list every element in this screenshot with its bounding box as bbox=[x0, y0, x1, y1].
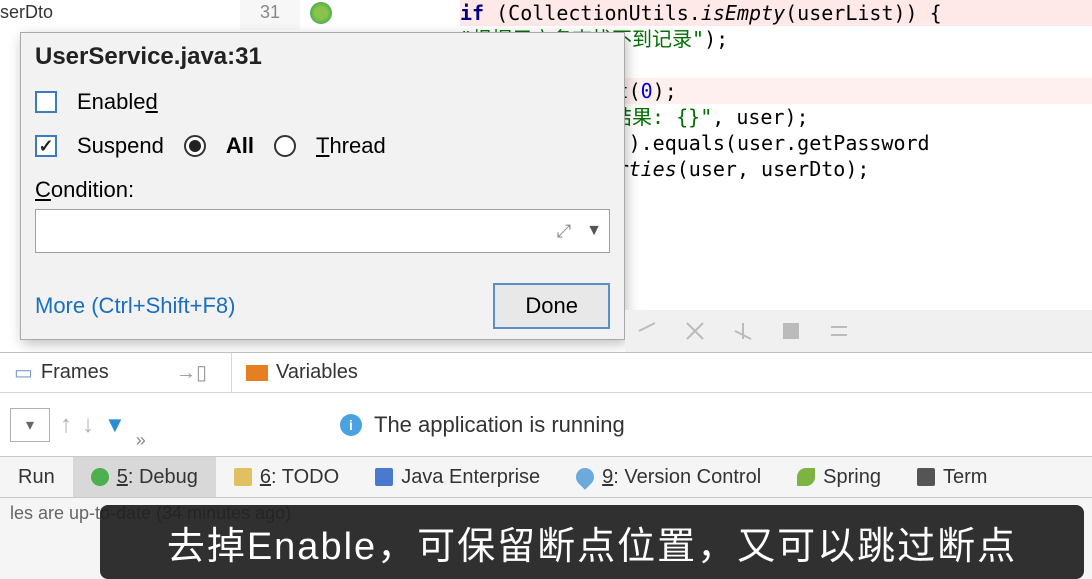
suspend-label[interactable]: Suspend bbox=[77, 133, 164, 159]
todo-icon bbox=[234, 468, 252, 486]
done-button[interactable]: Done bbox=[493, 283, 610, 329]
terminal-icon bbox=[917, 468, 935, 486]
version-control-icon bbox=[572, 464, 597, 489]
variables-body: i The application is running bbox=[290, 393, 1092, 457]
tab-version-control[interactable]: 9: Version Control bbox=[558, 457, 779, 497]
radio-thread[interactable] bbox=[274, 135, 296, 157]
condition-label: Condition: bbox=[35, 177, 610, 203]
subtitle-overlay: 去掉Enable，可保留断点位置，又可以跳过断点 bbox=[100, 505, 1084, 579]
condition-input[interactable] bbox=[36, 215, 549, 248]
breakpoint-settings-popup: UserService.java:31 Enabled Suspend All … bbox=[20, 32, 625, 340]
expand-icon[interactable]: ⤢ bbox=[549, 221, 579, 242]
tab-todo[interactable]: 6: TODO bbox=[216, 457, 357, 497]
bottom-tool-window-bar: Run 5: Debug 6: TODO Java Enterprise 9: … bbox=[0, 456, 1092, 498]
more-link[interactable]: More (Ctrl+Shift+F8) bbox=[35, 293, 236, 319]
running-message: The application is running bbox=[374, 412, 625, 438]
popup-title: UserService.java:31 bbox=[35, 43, 610, 71]
run-to-cursor-icon[interactable] bbox=[779, 319, 803, 343]
enabled-checkbox[interactable] bbox=[35, 91, 57, 113]
tab-terminal[interactable]: Term bbox=[899, 457, 1005, 497]
panels-header: ▭ Frames →▯ Variables bbox=[0, 353, 1092, 393]
variables-label: Variables bbox=[276, 361, 358, 384]
breakpoint-marker-icon[interactable] bbox=[310, 2, 332, 24]
tab-spring[interactable]: Spring bbox=[779, 457, 899, 497]
frames-thread-dropdown[interactable]: ▾ bbox=[10, 408, 50, 442]
spring-icon bbox=[797, 468, 815, 486]
frame-down-icon[interactable]: ↓ bbox=[82, 411, 94, 439]
evaluate-icon[interactable] bbox=[827, 319, 851, 343]
radio-thread-label[interactable]: Thread bbox=[316, 133, 386, 159]
suspend-checkbox[interactable] bbox=[35, 135, 57, 157]
frames-icon: ▭ bbox=[14, 360, 33, 385]
debug-icon bbox=[91, 468, 109, 486]
line-number-gutter: 31 bbox=[240, 0, 300, 30]
frame-up-icon[interactable]: ↑ bbox=[60, 411, 72, 439]
tab-debug[interactable]: 5: Debug bbox=[73, 457, 216, 497]
tab-java-enterprise[interactable]: Java Enterprise bbox=[357, 457, 558, 497]
frames-label: Frames bbox=[41, 361, 109, 384]
step-over-icon[interactable] bbox=[635, 319, 659, 343]
more-chevrons-icon[interactable]: » bbox=[136, 430, 146, 451]
enabled-label[interactable]: Enabled bbox=[77, 89, 158, 115]
filter-icon[interactable]: ▼ bbox=[104, 412, 126, 438]
dropdown-icon[interactable]: ▼ bbox=[579, 222, 609, 240]
tab-run[interactable]: Run bbox=[0, 457, 73, 497]
partial-text-left: serDto bbox=[0, 2, 53, 23]
variables-icon bbox=[246, 365, 268, 381]
debug-panels: ▭ Frames →▯ Variables ▾ ↑ ↓ ▼ » i The ap… bbox=[0, 352, 1092, 456]
step-into-icon[interactable] bbox=[683, 319, 707, 343]
info-icon: i bbox=[340, 414, 362, 436]
pin-icon[interactable]: →▯ bbox=[176, 360, 207, 385]
radio-all[interactable] bbox=[184, 135, 206, 157]
radio-all-label[interactable]: All bbox=[226, 133, 254, 159]
condition-input-wrapper: ⤢ ▼ bbox=[35, 209, 610, 253]
frames-body: ▾ ↑ ↓ ▼ » bbox=[0, 393, 290, 457]
java-enterprise-icon bbox=[375, 468, 393, 486]
debug-toolbar bbox=[625, 310, 1092, 352]
variables-tab[interactable]: Variables bbox=[232, 353, 372, 392]
frames-tab[interactable]: ▭ Frames →▯ bbox=[0, 353, 232, 392]
step-out-icon[interactable] bbox=[731, 319, 755, 343]
